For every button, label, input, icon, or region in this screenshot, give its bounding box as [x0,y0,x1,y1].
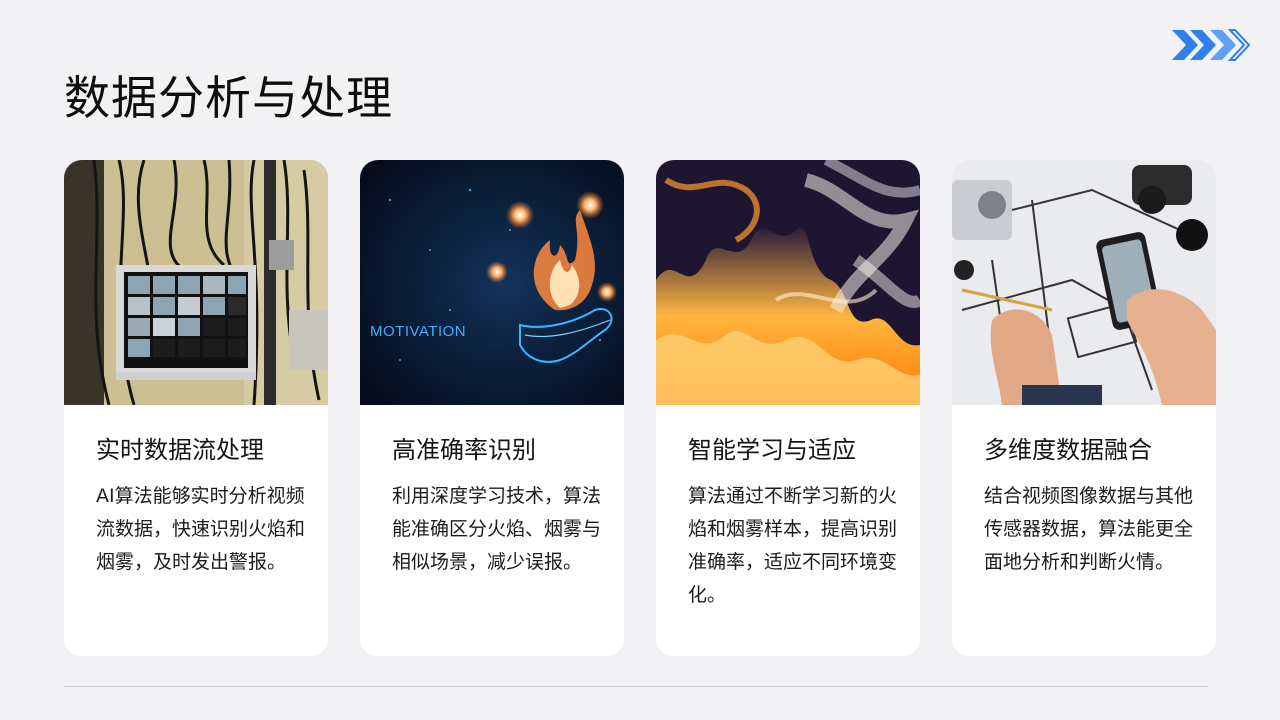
motivation-flame-hand-image: MOTIVATION [360,160,624,405]
card-realtime-stream: 实时数据流处理 AI算法能够实时分析视频流数据，快速识别火焰和烟雾，及时发出警报… [64,160,328,656]
chevron-arrows-icon [1172,29,1251,61]
card-title: 智能学习与适应 [688,436,856,464]
card-body: 算法通过不断学习新的火焰和烟雾样本，提高识别准确率，适应不同环境变化。 [688,485,898,606]
surveillance-monitor-image [64,160,328,405]
fire-smoke-image [656,160,920,405]
card-title: 高准确率识别 [392,436,536,464]
card-body: AI算法能够实时分析视频流数据，快速识别火焰和烟雾，及时发出警报。 [96,485,306,573]
card-smart-learning: 智能学习与适应 算法通过不断学习新的火焰和烟雾样本，提高识别准确率，适应不同环境… [656,160,920,656]
motivation-label: MOTIVATION [370,323,466,340]
card-body: 结合视频图像数据与其他传感器数据，算法能更全面地分析和判断火情。 [984,485,1194,573]
card-title: 多维度数据融合 [984,436,1152,464]
footer-divider [64,686,1208,687]
page-title: 数据分析与处理 [64,71,393,125]
phone-cctv-plan-image [952,160,1216,405]
feature-cards: 实时数据流处理 AI算法能够实时分析视频流数据，快速识别火焰和烟雾，及时发出警报… [64,160,1216,656]
card-title: 实时数据流处理 [96,436,264,464]
card-high-accuracy: MOTIVATION 高准确率识别 利用深度学习技术，算法能准确区分火焰、烟雾与… [360,160,624,656]
card-body: 利用深度学习技术，算法能准确区分火焰、烟雾与相似场景，减少误报。 [392,485,602,573]
card-data-fusion: 多维度数据融合 结合视频图像数据与其他传感器数据，算法能更全面地分析和判断火情。 [952,160,1216,656]
